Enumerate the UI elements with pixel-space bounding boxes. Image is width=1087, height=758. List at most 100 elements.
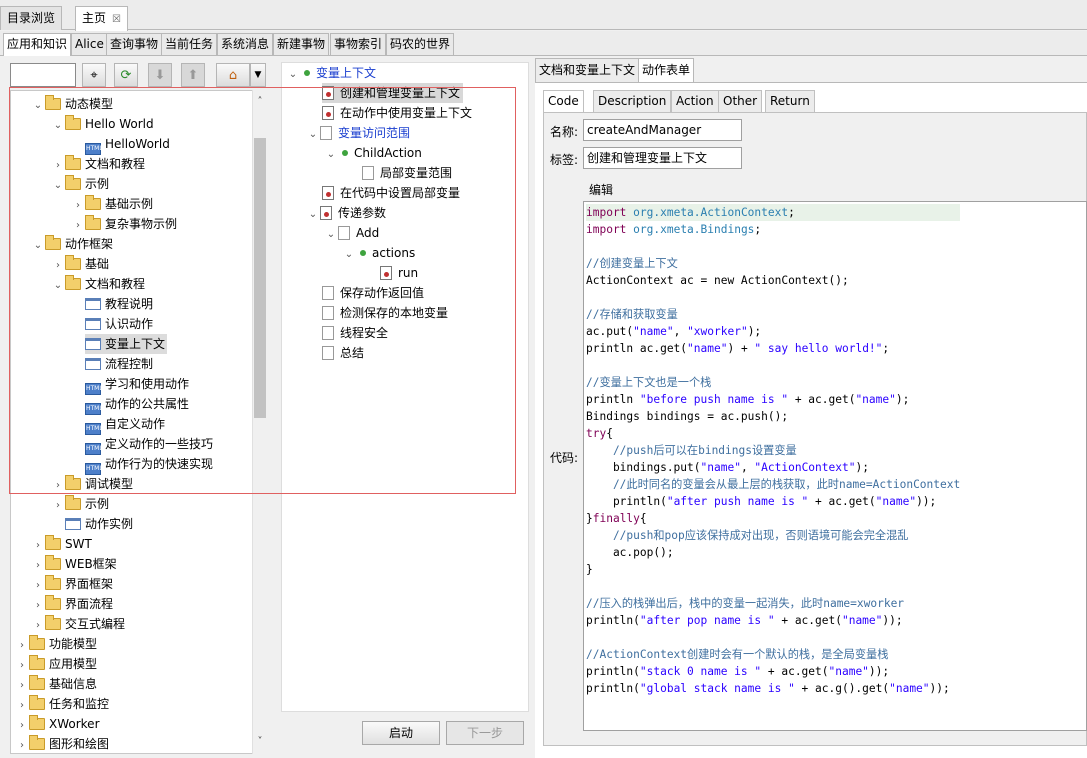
- tree-item[interactable]: ⌄ 动作框架: [31, 234, 113, 254]
- outline-item[interactable]: ⌄ 传递参数: [306, 203, 386, 223]
- chevron-right-icon[interactable]: ›: [31, 596, 45, 616]
- tab-action-form[interactable]: 动作表单: [638, 58, 695, 82]
- subtab-coder-world[interactable]: 码农的世界: [386, 33, 455, 55]
- tab-description[interactable]: Description: [593, 90, 672, 112]
- tree-item[interactable]: › 任务和监控: [15, 694, 109, 714]
- chevron-down-icon[interactable]: ▼: [250, 63, 266, 87]
- tree-item[interactable]: 动作实例: [65, 514, 133, 534]
- tree-item[interactable]: › SWT: [31, 534, 92, 554]
- tree-item[interactable]: › 文档和教程: [51, 154, 145, 174]
- chevron-right-icon[interactable]: ›: [15, 636, 29, 656]
- chevron-right-icon[interactable]: ›: [15, 716, 29, 736]
- chevron-down-icon[interactable]: ⌄: [286, 65, 300, 85]
- chevron-right-icon[interactable]: ›: [31, 556, 45, 576]
- chevron-right-icon[interactable]: ›: [31, 616, 45, 636]
- next-button[interactable]: 下一步: [446, 721, 524, 745]
- outline-item-selected[interactable]: 创建和管理变量上下文: [322, 83, 464, 103]
- tree-item[interactable]: › 界面框架: [31, 574, 113, 594]
- subtab-alice[interactable]: Alice: [71, 33, 108, 55]
- chevron-down-icon[interactable]: ⌄: [324, 225, 338, 245]
- tree-item[interactable]: › 基础: [51, 254, 109, 274]
- tag-field[interactable]: 创建和管理变量上下文: [583, 147, 742, 169]
- outline-item[interactable]: ⌄ actions: [342, 243, 415, 263]
- tree-item[interactable]: ⌄ Hello World: [51, 114, 154, 134]
- outline-item[interactable]: 线程安全: [322, 323, 388, 343]
- tree-item[interactable]: › 应用模型: [15, 654, 97, 674]
- subtab-new-thing[interactable]: 新建事物: [273, 33, 330, 55]
- tree-item[interactable]: HTML 自定义动作: [85, 414, 165, 435]
- tree-item[interactable]: › 示例: [51, 494, 109, 514]
- close-icon[interactable]: ☒: [112, 14, 121, 25]
- subtab-current-tasks[interactable]: 当前任务: [161, 33, 218, 55]
- tree-item[interactable]: › 调试模型: [51, 474, 133, 494]
- edit-link[interactable]: 编辑: [589, 181, 613, 198]
- chevron-down-icon[interactable]: ⌄: [51, 176, 65, 196]
- tree-item[interactable]: HTML HelloWorld: [85, 134, 170, 155]
- tree-item[interactable]: HTML 动作行为的快速实现: [85, 454, 213, 475]
- outline-item[interactable]: ⌄ Add: [324, 223, 379, 243]
- tree-item[interactable]: › XWorker: [15, 714, 100, 734]
- tree-item[interactable]: ⌄ 示例: [51, 174, 109, 194]
- chevron-down-icon[interactable]: ⌄: [306, 205, 320, 225]
- outline-item[interactable]: 局部变量范围: [362, 163, 452, 183]
- chevron-down-icon[interactable]: ⌄: [31, 96, 45, 116]
- tree-item[interactable]: › 图形和绘图: [15, 734, 109, 753]
- chevron-right-icon[interactable]: ›: [15, 676, 29, 696]
- tab-other[interactable]: Other: [718, 90, 763, 112]
- refresh-icon[interactable]: ⟳: [114, 63, 138, 87]
- outline-item[interactable]: ⌄ 变量访问范围: [306, 123, 410, 143]
- chevron-down-icon[interactable]: ⌄: [51, 116, 65, 136]
- search-input[interactable]: [10, 63, 76, 87]
- chevron-right-icon[interactable]: ›: [15, 656, 29, 676]
- chevron-right-icon[interactable]: ›: [15, 736, 29, 753]
- tree-item[interactable]: ⌄ 文档和教程: [51, 274, 145, 294]
- scrollbar-thumb[interactable]: [254, 138, 266, 418]
- scroll-down-icon[interactable]: ˅: [253, 736, 267, 750]
- tree-item[interactable]: › 基础信息: [15, 674, 97, 694]
- code-editor[interactable]: import org.xmeta.ActionContext; import or…: [583, 201, 1087, 731]
- start-button[interactable]: 启动: [362, 721, 440, 745]
- chevron-right-icon[interactable]: ›: [31, 536, 45, 556]
- outline-item[interactable]: run: [380, 263, 418, 283]
- tab-code[interactable]: Code: [543, 90, 584, 113]
- name-field[interactable]: createAndManager: [583, 119, 742, 141]
- tree-item[interactable]: HTML 学习和使用动作: [85, 374, 189, 395]
- subtab-thing-index[interactable]: 事物索引: [330, 33, 387, 55]
- tree-item[interactable]: ⌄ 动态模型: [31, 94, 113, 114]
- subtab-system-messages[interactable]: 系统消息: [217, 33, 274, 55]
- move-up-icon[interactable]: ⬆: [181, 63, 205, 87]
- subtab-query[interactable]: 查询事物: [106, 33, 163, 55]
- chevron-right-icon[interactable]: ›: [51, 496, 65, 516]
- tab-doc-context[interactable]: 文档和变量上下文: [535, 58, 640, 82]
- tree-item[interactable]: HTML 动作的公共属性: [85, 394, 189, 415]
- tree-item[interactable]: › 交互式编程: [31, 614, 125, 634]
- chevron-down-icon[interactable]: ⌄: [324, 145, 338, 165]
- chevron-right-icon[interactable]: ›: [51, 256, 65, 276]
- outline-item[interactable]: 总结: [322, 343, 364, 363]
- binoculars-icon[interactable]: ⌖: [82, 63, 106, 87]
- tab-action[interactable]: Action: [671, 90, 719, 112]
- chevron-right-icon[interactable]: ›: [51, 476, 65, 496]
- outline-item[interactable]: ⌄ ChildAction: [324, 143, 422, 163]
- tree-item[interactable]: › 界面流程: [31, 594, 113, 614]
- tree-item[interactable]: HTML 定义动作的一些技巧: [85, 434, 213, 455]
- tree-item[interactable]: › WEB框架: [31, 554, 117, 574]
- tab-home[interactable]: 主页 ☒: [75, 6, 128, 31]
- chevron-right-icon[interactable]: ›: [51, 156, 65, 176]
- tab-directory-browse[interactable]: 目录浏览: [0, 6, 63, 30]
- chevron-down-icon[interactable]: ⌄: [342, 245, 356, 265]
- tree-item[interactable]: › 基础示例: [71, 194, 153, 214]
- outline-item[interactable]: 在动作中使用变量上下文: [322, 103, 472, 123]
- chevron-right-icon[interactable]: ›: [15, 696, 29, 716]
- tree-item[interactable]: 认识动作: [85, 314, 153, 334]
- scroll-up-icon[interactable]: ˄: [253, 96, 267, 110]
- tree-item[interactable]: 教程说明: [85, 294, 153, 314]
- outline-item[interactable]: 在代码中设置局部变量: [322, 183, 460, 203]
- tree-item[interactable]: › 复杂事物示例: [71, 214, 177, 234]
- chevron-down-icon[interactable]: ⌄: [306, 125, 320, 145]
- chevron-right-icon[interactable]: ›: [71, 216, 85, 236]
- tree-item[interactable]: 流程控制: [85, 354, 153, 374]
- outline-item[interactable]: ⌄ 变量上下文: [286, 63, 376, 83]
- outline-item[interactable]: 保存动作返回值: [322, 283, 424, 303]
- chevron-down-icon[interactable]: ⌄: [51, 276, 65, 296]
